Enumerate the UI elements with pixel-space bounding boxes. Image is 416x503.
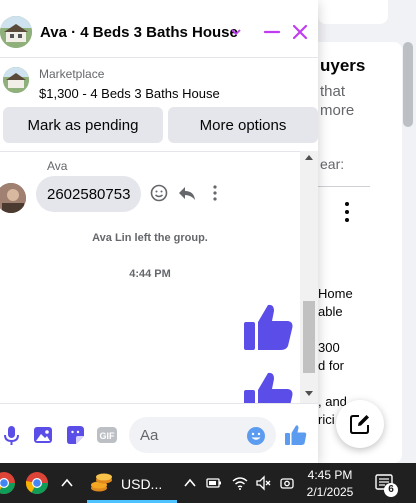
photo-icon[interactable] [32, 424, 54, 446]
clock-time[interactable]: 4:45 PM [300, 468, 360, 482]
background-label: ear: [320, 156, 345, 172]
chat-scrollbar[interactable] [300, 151, 318, 403]
clock-date[interactable]: 2/1/2025 [300, 485, 360, 499]
compose-icon [350, 415, 369, 434]
microphone-icon[interactable] [0, 424, 22, 446]
background-card-top [318, 0, 388, 24]
message-list: Ava 2602580753 Ava Lin left the group. 4… [0, 151, 300, 403]
emoji-icon[interactable] [246, 426, 266, 446]
thumbs-up-icon[interactable] [285, 424, 307, 446]
sticker-icon[interactable] [64, 424, 86, 446]
chevron-up-icon[interactable] [60, 477, 74, 489]
sender-name: Ava [47, 159, 68, 173]
message-bubble[interactable]: 2602580753 [36, 176, 142, 212]
more-actions-icon[interactable] [205, 183, 225, 203]
scrollbar-thumb[interactable] [303, 301, 315, 373]
page-scrollbar[interactable] [403, 42, 413, 127]
chat-title[interactable]: Ava · 4 Beds 3 Baths House [40, 24, 238, 41]
chat-window: Ava · 4 Beds 3 Baths House Marketplace $… [0, 0, 318, 463]
mark-as-pending-button[interactable]: Mark as pending [3, 107, 163, 143]
house-avatar[interactable] [0, 16, 32, 48]
avatar[interactable] [0, 183, 26, 213]
message-composer: GIF Aa [0, 403, 318, 463]
chrome-icon[interactable] [25, 471, 49, 495]
minimize-icon[interactable] [262, 22, 282, 42]
reply-icon[interactable] [177, 183, 197, 203]
timestamp: 4:44 PM [129, 268, 171, 280]
background-divider [318, 186, 370, 187]
emoji-react-icon[interactable] [149, 183, 169, 203]
chat-header: Ava · 4 Beds 3 Baths House [0, 0, 318, 58]
marketplace-listing-row[interactable]: Marketplace $1,300 - 4 Beds 3 Baths Hous… [0, 62, 318, 102]
system-notice: Ava Lin left the group. [92, 232, 208, 244]
notification-badge: 6 [384, 483, 398, 497]
thumbs-up-icon [244, 304, 293, 350]
camera-icon[interactable] [279, 475, 295, 491]
scroll-up-icon[interactable] [305, 155, 313, 160]
wifi-icon[interactable] [232, 475, 248, 491]
coins-icon[interactable] [90, 472, 114, 494]
taskbar: USD... 4:45 PM 2/1/2025 6 [0, 463, 416, 503]
gif-icon[interactable]: GIF [96, 424, 118, 446]
more-options-button[interactable]: More options [168, 107, 318, 143]
battery-icon[interactable] [206, 475, 222, 491]
marketplace-label: Marketplace [39, 67, 105, 81]
close-icon[interactable] [290, 22, 310, 42]
chevron-up-icon[interactable] [182, 475, 198, 491]
chrome-icon[interactable] [0, 471, 16, 495]
scroll-down-icon[interactable] [305, 391, 313, 396]
more-options-icon[interactable] [344, 202, 350, 226]
background-subtext: that more [320, 83, 355, 119]
volume-muted-icon[interactable] [255, 475, 271, 491]
background-heading: uyers [320, 56, 366, 75]
new-message-button[interactable] [336, 400, 384, 448]
svg-text:GIF: GIF [100, 431, 116, 441]
chevron-down-icon[interactable] [230, 26, 242, 38]
listing-thumbnail [3, 67, 29, 93]
listing-title: $1,300 - 4 Beds 3 Baths House [39, 86, 220, 101]
taskbar-app-label[interactable]: USD... [121, 476, 162, 492]
thumbs-up-icon [244, 372, 293, 403]
